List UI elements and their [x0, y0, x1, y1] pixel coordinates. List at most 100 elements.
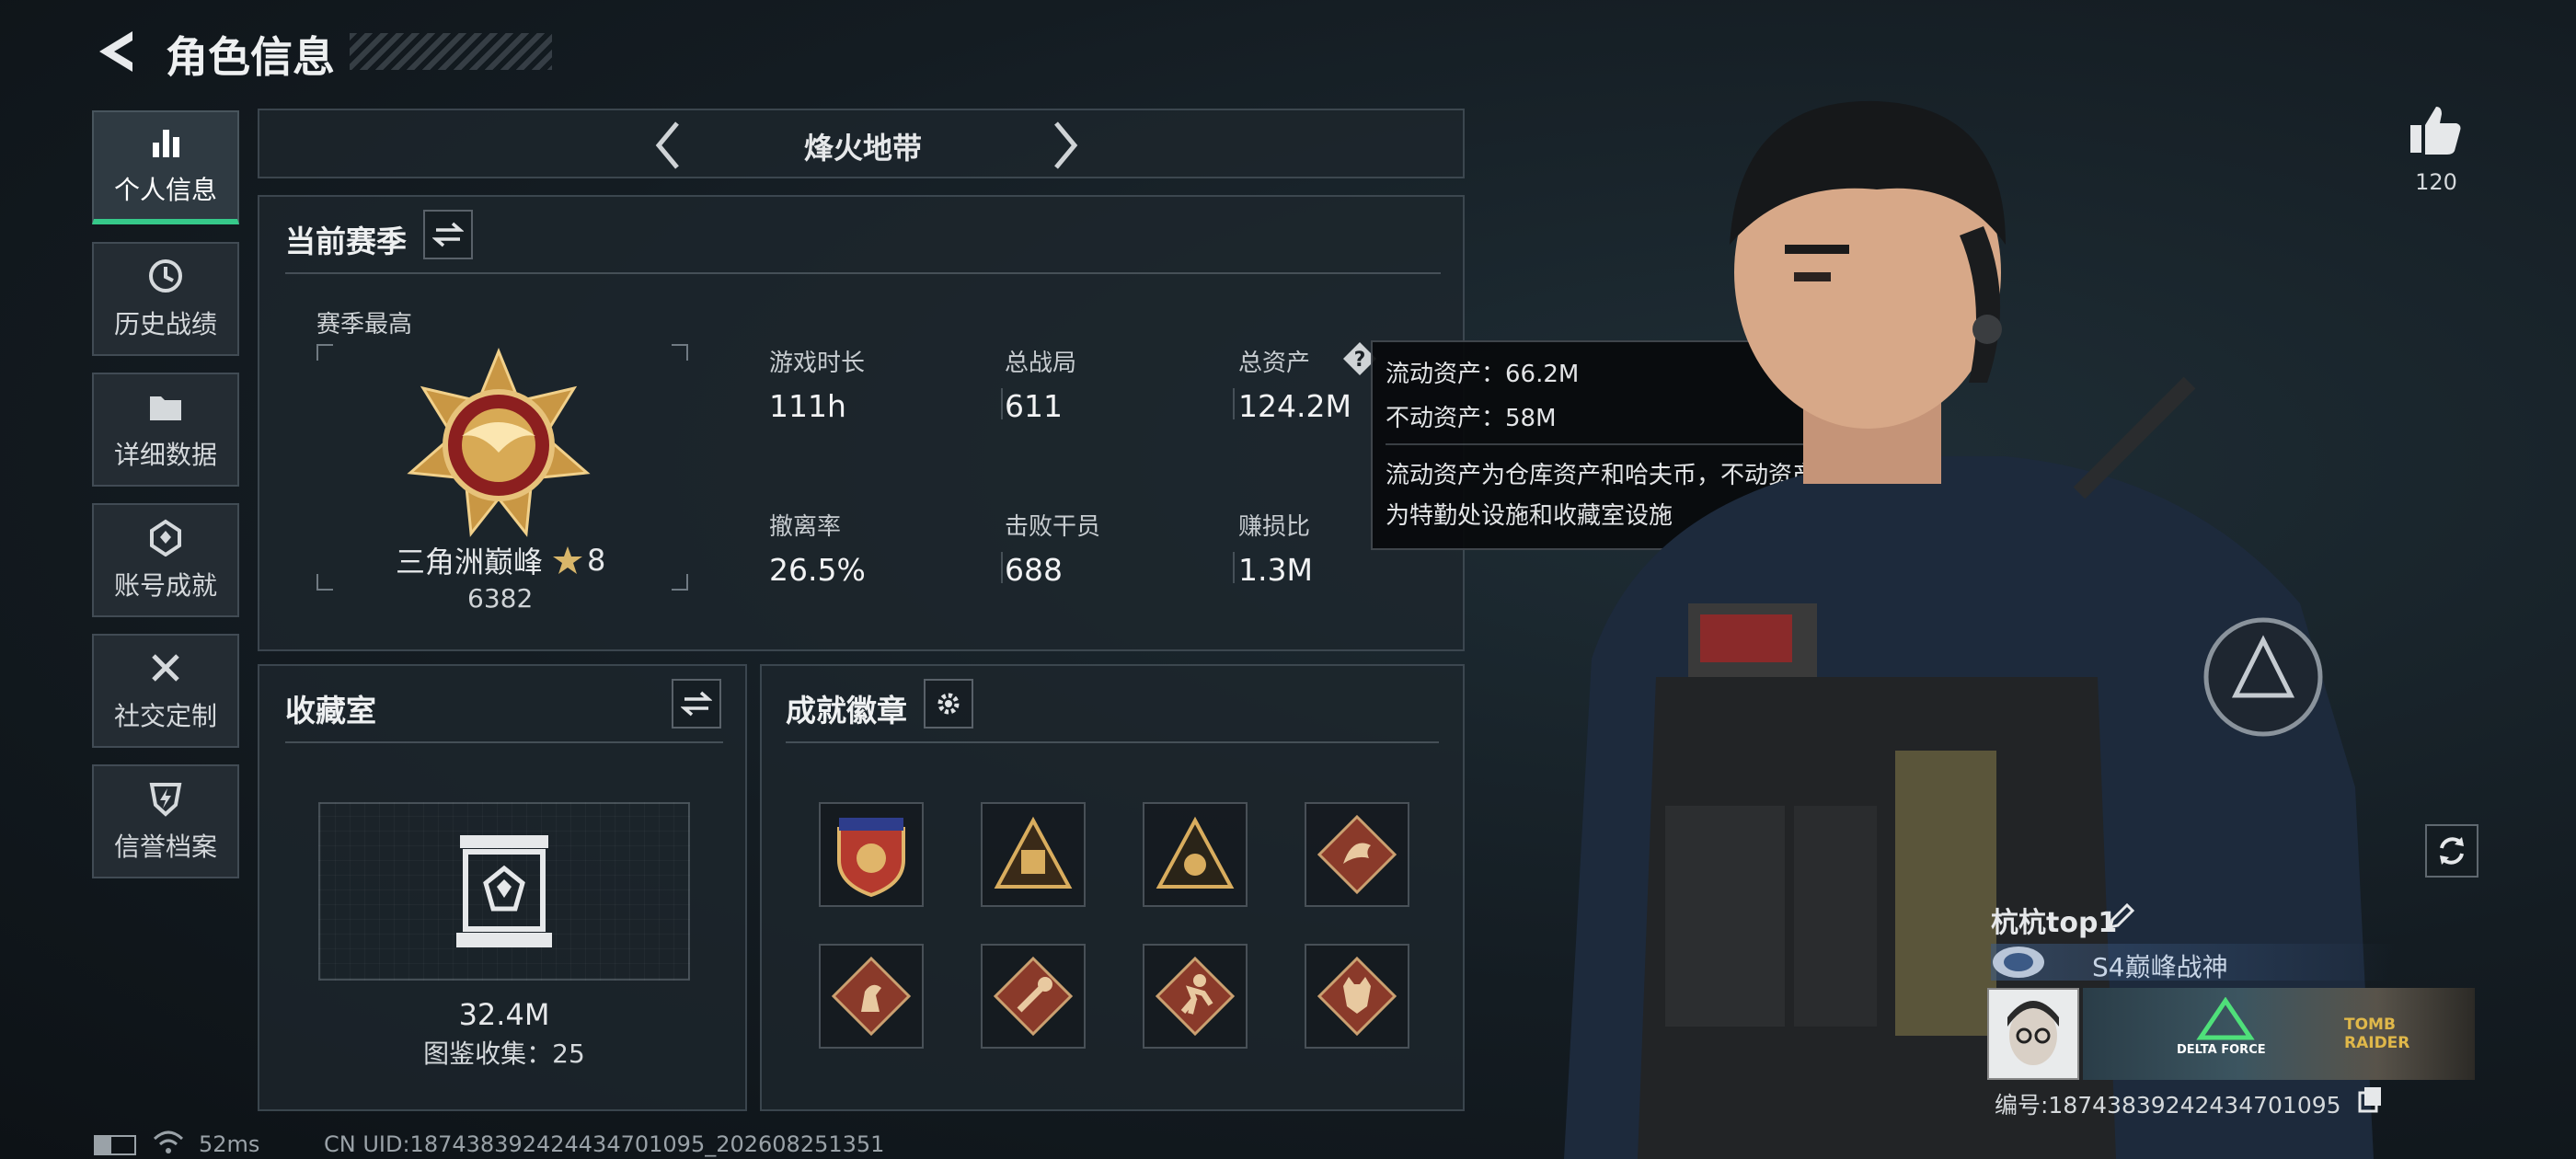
- wolf-badge[interactable]: [1305, 944, 1409, 1049]
- like-button[interactable]: [2407, 101, 2467, 162]
- eagle-shield-badge-icon: [837, 818, 905, 898]
- collection-count: 图鉴收集：25: [423, 1039, 585, 1069]
- chevron-left-icon: [655, 121, 679, 169]
- player-title-row: S4巅峰战神: [1991, 944, 2396, 982]
- swap-icon: [681, 691, 712, 717]
- mode-selector: 烽火地带: [258, 109, 1465, 178]
- rotate-model-button[interactable]: [2425, 824, 2478, 878]
- collection-divider: [285, 741, 723, 743]
- player-name: 杭杭top1: [1991, 907, 2118, 939]
- sidebar-item-detailed-data[interactable]: 详细数据: [92, 373, 239, 487]
- banner-text-delta-force: DELTA FORCE: [2177, 1043, 2266, 1057]
- stat-label-kills: 击败干员: [1005, 513, 1101, 541]
- back-arrow-icon: [99, 31, 132, 72]
- wrench-badge[interactable]: [981, 944, 1086, 1049]
- stat-label-profit-ratio: 赚损比: [1238, 513, 1311, 541]
- pyramid-badge-icon: [994, 816, 1073, 889]
- collection-title: 收藏室: [285, 693, 376, 729]
- copy-icon: [2358, 1087, 2381, 1113]
- player-title: S4巅峰战神: [2092, 952, 2228, 982]
- ping-text: 52ms: [199, 1131, 260, 1157]
- stat-value-extract-rate: 26.5%: [769, 552, 866, 588]
- season-highest-label: 赛季最高: [316, 311, 413, 339]
- player-avatar[interactable]: [1987, 988, 2079, 1080]
- shield-bolt-icon: [149, 783, 182, 817]
- stat-divider: [1001, 552, 1003, 583]
- edit-name-button[interactable]: [2105, 901, 2138, 935]
- player-card: 杭杭top1 S4巅峰战神 DELTA FORCE TOMB RAIDER 编号…: [1987, 900, 2475, 1120]
- stat-value-total-matches: 611: [1005, 388, 1063, 424]
- collection-value: 32.4M: [458, 997, 550, 1032]
- banner-text-tomb-raider: TOMB RAIDER: [2344, 1016, 2410, 1052]
- horse-badge[interactable]: [819, 944, 924, 1049]
- player-banner[interactable]: DELTA FORCE TOMB RAIDER: [2083, 988, 2475, 1080]
- dragon-badge[interactable]: [1305, 802, 1409, 907]
- sidebar-item-personal-info[interactable]: 个人信息: [92, 110, 239, 224]
- back-button[interactable]: [92, 26, 147, 81]
- frame-corner: [672, 344, 688, 361]
- season-switch-button[interactable]: [423, 210, 473, 259]
- sidebar-item-label: 账号成就: [113, 570, 217, 601]
- stat-value-playtime: 111h: [769, 388, 846, 424]
- eagle-shield-badge[interactable]: [819, 802, 924, 907]
- copy-id-button[interactable]: [2357, 1085, 2385, 1113]
- next-mode-button[interactable]: [1041, 118, 1093, 173]
- sidebar-item-label: 信誉档案: [113, 832, 217, 862]
- stat-divider: [1233, 552, 1235, 583]
- stat-label-total-assets: 总资产: [1238, 350, 1311, 377]
- prev-mode-button[interactable]: [646, 118, 697, 173]
- folder-icon: [150, 396, 181, 420]
- wifi-icon: [153, 1130, 184, 1153]
- stat-label-playtime: 游戏时长: [769, 350, 866, 377]
- season-title: 当前赛季: [285, 224, 407, 259]
- star-icon: [553, 546, 583, 574]
- stat-divider: [1233, 388, 1235, 419]
- bar-chart-icon: [153, 130, 179, 157]
- frame-corner: [316, 574, 333, 591]
- stat-divider: [1001, 388, 1003, 419]
- sidebar-item-reputation[interactable]: 信誉档案: [92, 764, 239, 878]
- vault-display-icon: [456, 835, 552, 947]
- title-emblem-icon: [1993, 947, 2044, 978]
- chevron-right-icon: [1054, 121, 1078, 169]
- page-title: 角色信息: [166, 32, 335, 82]
- achievements-panel: 成就徽章: [760, 664, 1465, 1111]
- uid-text: CN UID:187438392424434701095_20260825135…: [324, 1131, 885, 1157]
- runner-badge[interactable]: [1143, 944, 1248, 1049]
- player-id: 编号:1874383924243470109​5: [1995, 1092, 2341, 1119]
- triangle-emblem-badge-icon: [1156, 816, 1235, 889]
- frame-corner: [316, 344, 333, 361]
- gear-icon: [937, 693, 960, 715]
- avatar-face-icon: [2007, 1001, 2059, 1065]
- collection-preview[interactable]: [318, 802, 690, 981]
- delta-force-logo-icon: [2196, 997, 2255, 1040]
- achievement-icon: [150, 519, 181, 557]
- like-count: 120: [2415, 169, 2457, 195]
- frame-corner: [672, 574, 688, 591]
- sidebar-item-social[interactable]: 社交定制: [92, 634, 239, 748]
- collection-panel: 收藏室 32.4M 图鉴收集：25: [258, 664, 747, 1111]
- rank-medal-icon: [407, 348, 591, 537]
- stat-label-extract-rate: 撤离率: [769, 513, 842, 541]
- sidebar-item-history[interactable]: 历史战绩: [92, 242, 239, 356]
- triangle-emblem-badge[interactable]: [1143, 802, 1248, 907]
- tools-icon: [152, 654, 179, 682]
- stat-label-total-matches: 总战局: [1005, 350, 1077, 377]
- sidebar-item-achievements[interactable]: 账号成就: [92, 503, 239, 617]
- stat-value-total-assets: 124.2M: [1238, 388, 1351, 424]
- sidebar-item-label: 社交定制: [113, 701, 217, 731]
- thumbs-up-icon: [2410, 107, 2461, 155]
- mode-label: 烽火地带: [803, 131, 922, 166]
- stat-value-profit-ratio: 1.3M: [1238, 552, 1313, 588]
- refresh-icon: [2440, 837, 2464, 865]
- sidebar-item-label: 历史战绩: [113, 309, 217, 339]
- rank-name: 三角洲巅峰: [396, 545, 544, 580]
- pyramid-badge[interactable]: [981, 802, 1086, 907]
- svg-text:?: ?: [1354, 349, 1366, 372]
- history-clock-icon: [149, 259, 182, 293]
- collection-switch-button[interactable]: [672, 679, 721, 729]
- runner-badge-icon: [1155, 956, 1236, 1037]
- achievements-settings-button[interactable]: [924, 679, 973, 729]
- season-divider: [285, 272, 1441, 274]
- wolf-badge-icon: [1317, 956, 1397, 1037]
